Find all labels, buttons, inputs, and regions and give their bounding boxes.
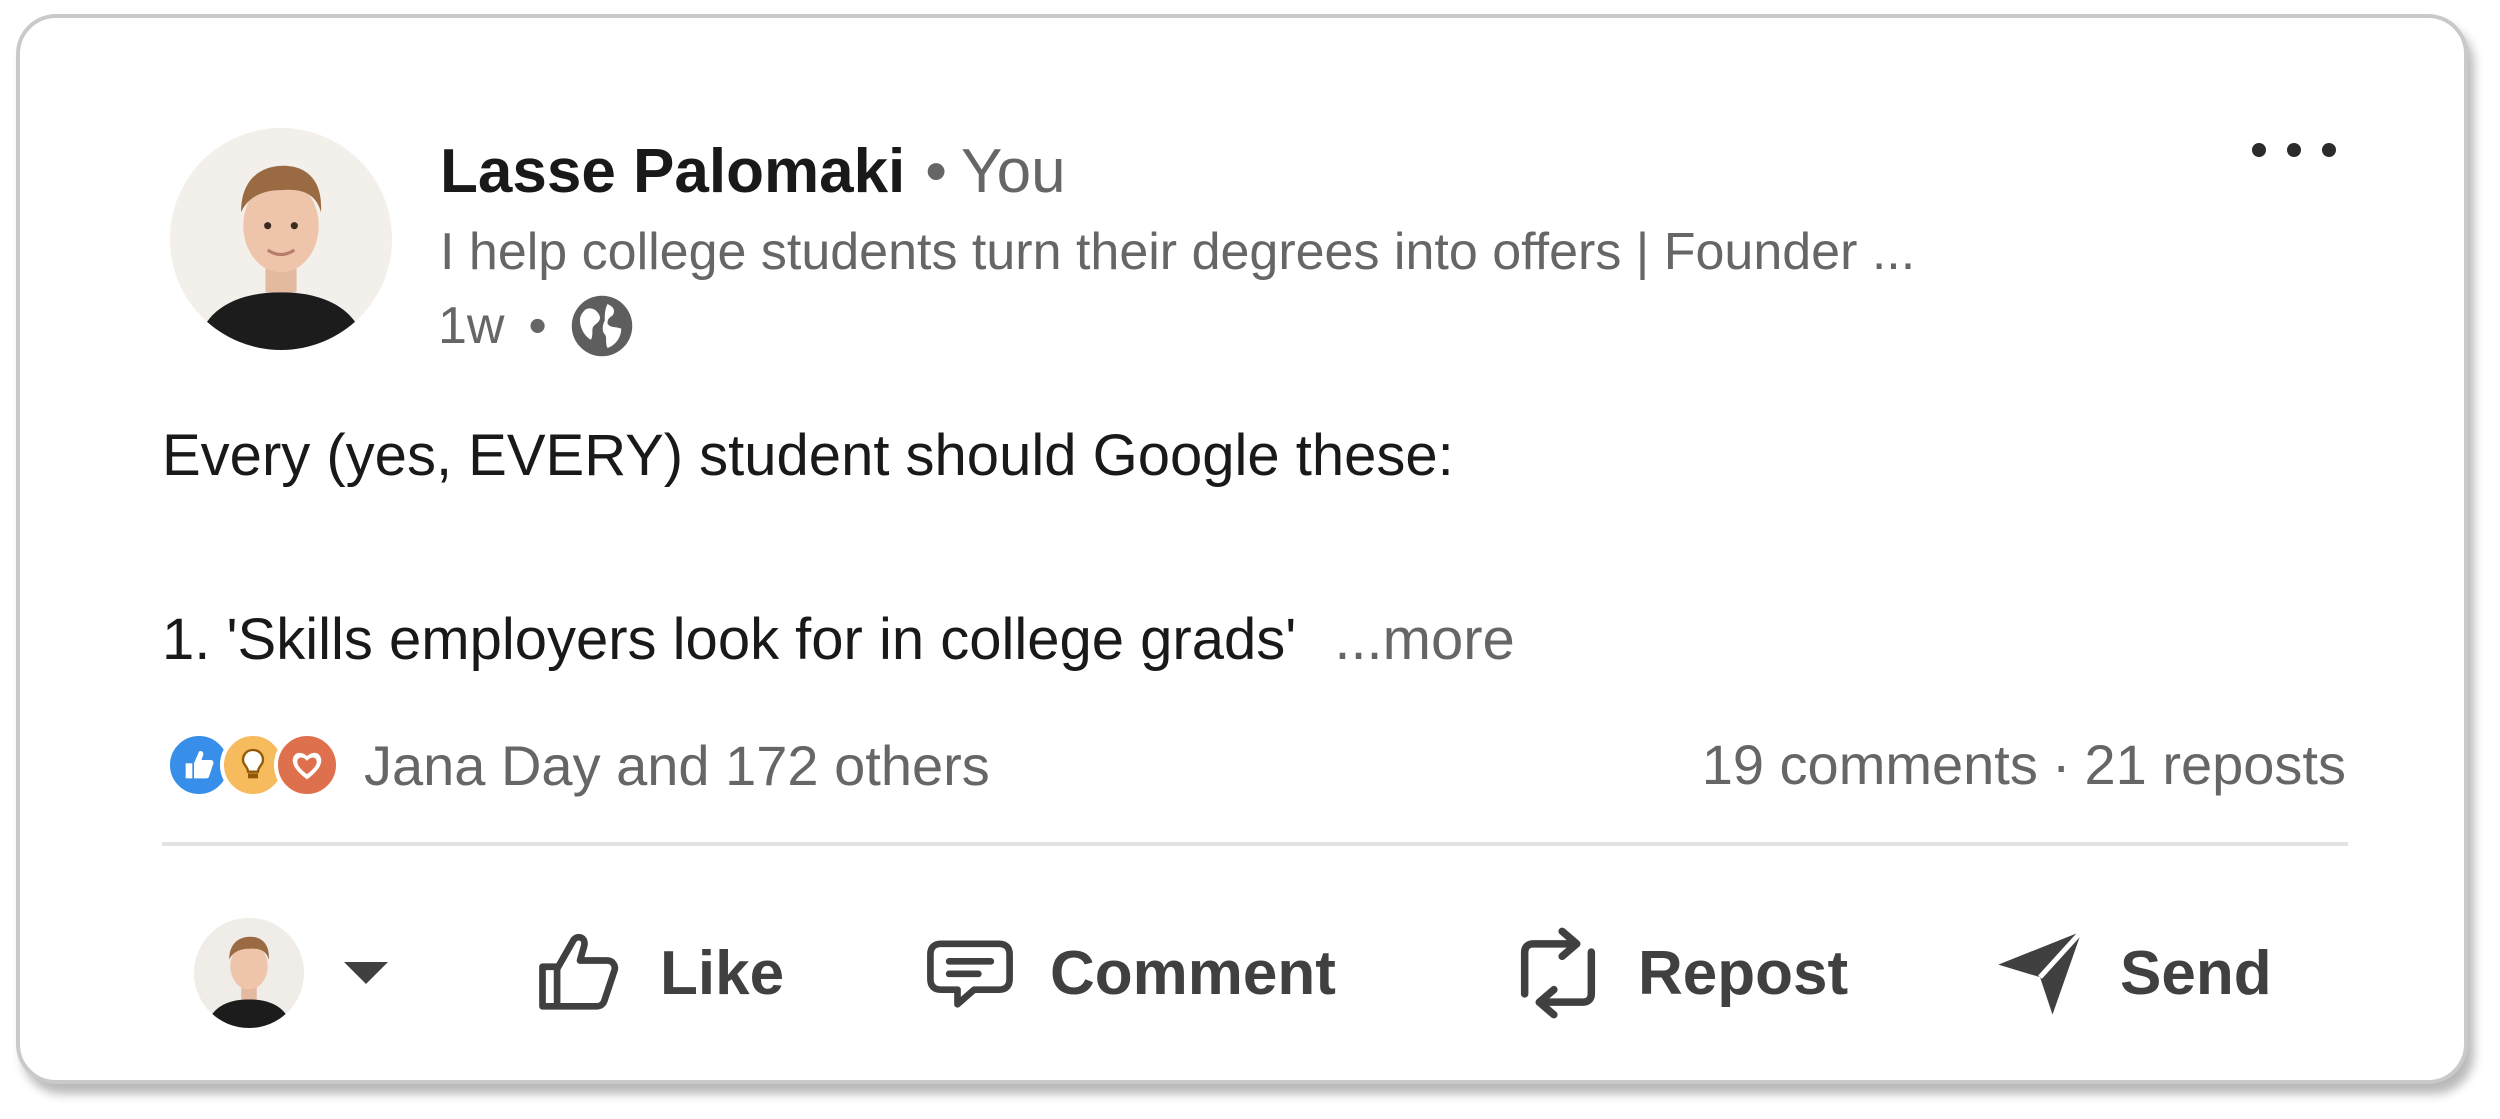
repost-icon [1508,923,1608,1023]
bullet-separator: • [528,297,547,355]
like-button[interactable]: Like [530,898,784,1048]
social-action-bar: Like Comment Repost Send [20,898,2464,1048]
see-more-link[interactable]: ...more [1334,607,1515,672]
post-text-item: 1. 'Skills employers look for in college… [162,607,1297,672]
repost-button[interactable]: Repost [1508,898,1848,1048]
send-icon [1990,923,2090,1023]
author-name[interactable]: Lasse Palomaki [440,137,905,206]
post-text-line-2: 1. 'Skills employers look for in college… [162,600,1515,680]
post-card: Lasse Palomaki • You I help college studen… [16,14,2468,1084]
reactions-count-text: Jana Day and 172 others [364,733,990,797]
user-avatar [194,918,304,1028]
like-label: Like [660,938,785,1008]
dot [2287,143,2301,157]
author-avatar[interactable] [170,128,392,350]
post-text-line-1: Every (yes, EVERY) student should Google… [162,423,1454,488]
reposts-count[interactable]: 21 reposts [2085,733,2347,796]
counts-separator: · [2051,733,2071,796]
send-button[interactable]: Send [1990,898,2272,1048]
post-meta: 1w • [438,293,635,359]
dot [2322,143,2336,157]
social-counts: 19 comments · 21 reposts [1702,732,2346,798]
divider [162,842,2348,846]
bullet-separator: • [925,137,947,206]
love-reaction-icon [274,732,340,798]
thumbs-up-icon [530,923,630,1023]
repost-label: Repost [1638,938,1849,1008]
dot [2252,143,2266,157]
connection-degree: You [961,137,1066,206]
comment-label: Comment [1050,938,1336,1008]
comment-button[interactable]: Comment [920,898,1336,1048]
globe-icon [569,293,635,359]
post-timestamp: 1w [438,297,505,355]
reactions-summary[interactable]: Jana Day and 172 others [166,732,990,798]
author-headline: I help college students turn their degre… [440,223,1916,281]
comments-count[interactable]: 19 comments [1702,733,2038,796]
chevron-down-icon [344,962,388,984]
more-options-icon[interactable] [2252,126,2336,174]
reaction-as-selector[interactable] [194,898,388,1048]
send-label: Send [2120,938,2272,1008]
author-photo [170,128,392,350]
author-line: Lasse Palomaki • You [440,136,1066,208]
comment-icon [920,923,1020,1023]
